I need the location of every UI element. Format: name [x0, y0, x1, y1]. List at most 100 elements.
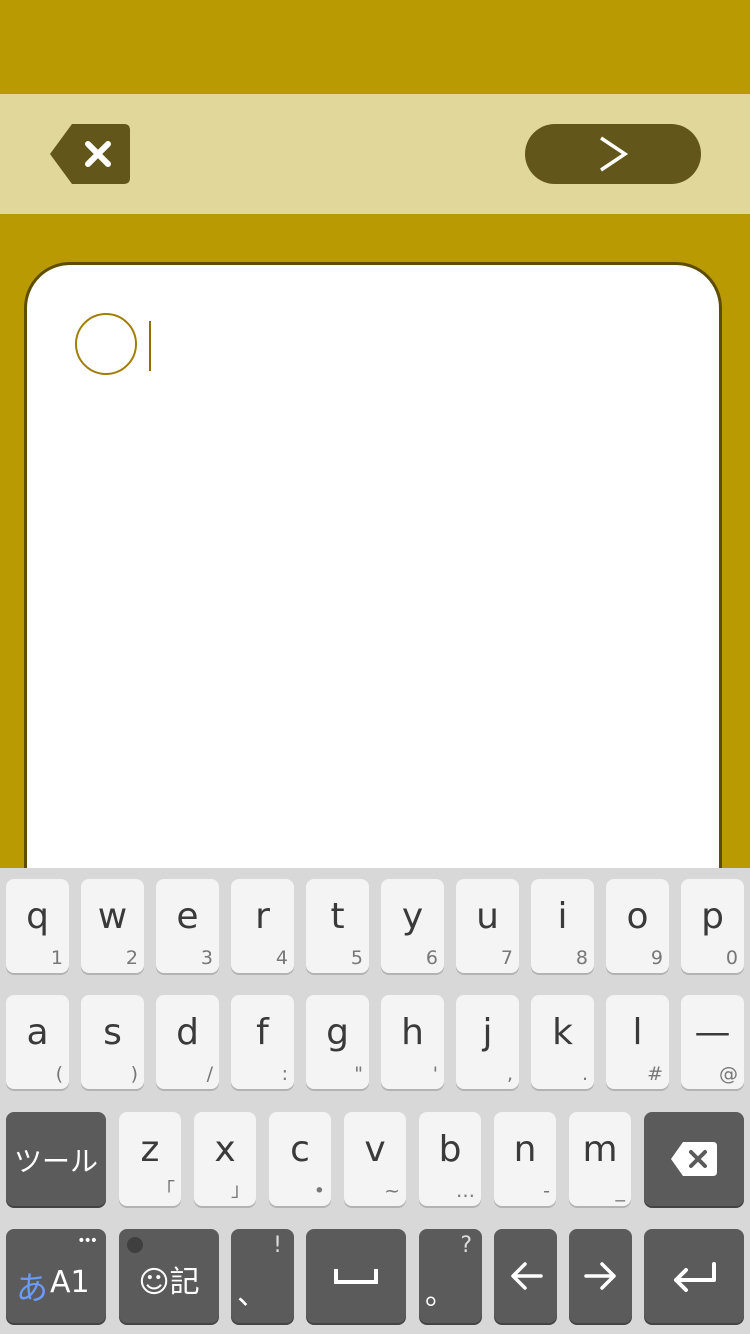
key-label: d	[176, 1012, 199, 1053]
key-sublabel: @	[719, 1063, 738, 1085]
key-s[interactable]: s )	[81, 995, 144, 1089]
key-sublabel: _	[615, 1180, 626, 1202]
arrow-left-icon	[510, 1262, 543, 1290]
key-sublabel: 3	[200, 947, 213, 969]
space-key[interactable]	[306, 1229, 406, 1323]
key-sublabel: ~	[384, 1180, 400, 1202]
key-label: a	[26, 1012, 49, 1053]
key-a[interactable]: a (	[6, 995, 69, 1089]
key-sublabel: 「	[155, 1179, 175, 1201]
key-label: q	[26, 896, 49, 937]
key-label: f	[256, 1012, 269, 1053]
key-v[interactable]: v ~	[344, 1112, 406, 1206]
emoji-symbol-key[interactable]: ☺記	[119, 1229, 219, 1323]
key-sublabel: -	[543, 1180, 550, 1202]
key-sublabel: "	[354, 1063, 363, 1085]
key-b[interactable]: b …	[419, 1112, 481, 1206]
key-n[interactable]: n -	[494, 1112, 556, 1206]
key-label: i	[557, 896, 568, 937]
key-sublabel: 6	[425, 947, 438, 969]
key-sublabel: 5	[350, 947, 363, 969]
key-label: t	[330, 896, 345, 937]
key-label: n	[513, 1129, 537, 1170]
key-label: y	[401, 896, 424, 937]
emoji-symbol-label: ☺記	[138, 1265, 200, 1300]
key-r[interactable]: r 4	[231, 879, 294, 973]
key-label: o	[626, 896, 649, 937]
delete-tag-icon	[50, 124, 130, 184]
key-sublabel: 4	[275, 947, 288, 969]
key-g[interactable]: g "	[306, 995, 369, 1089]
key-sublabel: 7	[500, 947, 513, 969]
key-label: l	[632, 1012, 643, 1053]
key-label: c	[290, 1129, 310, 1170]
period-sub: ?	[460, 1233, 472, 1258]
input-mode-alpha: A1	[50, 1265, 90, 1300]
key-sublabel: 1	[50, 947, 63, 969]
key-sublabel: 」	[230, 1179, 250, 1201]
key-o[interactable]: o 9	[606, 879, 669, 973]
key-i[interactable]: i 8	[531, 879, 594, 973]
enter-key[interactable]	[644, 1229, 744, 1323]
key-c[interactable]: c •	[269, 1112, 331, 1206]
key-label: h	[401, 1012, 424, 1053]
key-label: u	[476, 896, 499, 937]
text-input-card[interactable]	[24, 262, 722, 962]
key-t[interactable]: t 5	[306, 879, 369, 973]
key-sublabel: )	[130, 1063, 138, 1085]
key-f[interactable]: f :	[231, 995, 294, 1089]
input-mode-key[interactable]: ••• あ A1	[6, 1229, 106, 1323]
period-key[interactable]: ? 。	[419, 1229, 482, 1323]
key-sublabel: .	[581, 1063, 588, 1085]
key-sublabel: (	[55, 1063, 63, 1085]
chevron-right-icon	[600, 136, 629, 172]
key-p[interactable]: p 0	[681, 879, 744, 973]
key-m[interactable]: m _	[569, 1112, 631, 1206]
key-label: m	[582, 1129, 618, 1170]
key-l[interactable]: l #	[606, 995, 669, 1089]
key-label: —	[694, 1012, 731, 1053]
key-e[interactable]: e 3	[156, 879, 219, 973]
key-k[interactable]: k .	[531, 995, 594, 1089]
key-sublabel: •	[313, 1180, 325, 1202]
circle-outline-icon	[75, 313, 137, 375]
key-sublabel: :	[281, 1063, 288, 1085]
key-label: w	[97, 896, 128, 937]
tool-key-label: ツール	[13, 1145, 98, 1178]
input-mode-dots: •••	[77, 1233, 98, 1249]
key-label: v	[364, 1129, 386, 1170]
key-h[interactable]: h '	[381, 995, 444, 1089]
key-z[interactable]: z 「	[119, 1112, 181, 1206]
key-label: z	[140, 1129, 160, 1170]
comma-sub: !	[273, 1233, 282, 1258]
next-button[interactable]	[525, 124, 701, 184]
key-sublabel: 8	[575, 947, 588, 969]
backspace-key[interactable]	[644, 1112, 744, 1206]
enter-icon	[674, 1262, 716, 1292]
key-sublabel: ,	[506, 1063, 513, 1085]
key-label: g	[326, 1012, 349, 1053]
cursor-left-key[interactable]	[494, 1229, 557, 1323]
key-w[interactable]: w 2	[81, 879, 144, 973]
key-y[interactable]: y 6	[381, 879, 444, 973]
emoji-dot-indicator	[127, 1237, 143, 1253]
arrow-right-icon	[583, 1262, 616, 1290]
period-label: 。	[425, 1277, 455, 1312]
key-label: p	[701, 896, 724, 937]
key-d[interactable]: d /	[156, 995, 219, 1089]
key-x[interactable]: x 」	[194, 1112, 256, 1206]
cursor-right-key[interactable]	[569, 1229, 632, 1323]
key-j[interactable]: j ,	[456, 995, 519, 1089]
key-label: e	[176, 896, 199, 937]
key-long-dash[interactable]: — @	[681, 995, 744, 1089]
comma-key[interactable]: ! 、	[231, 1229, 294, 1323]
comma-label: 、	[237, 1277, 267, 1312]
delete-button[interactable]	[50, 124, 130, 184]
tool-key[interactable]: ツール	[6, 1112, 106, 1206]
key-label: j	[482, 1012, 493, 1053]
key-u[interactable]: u 7	[456, 879, 519, 973]
keyboard: q 1 w 2 e 3 r 4 t 5 y 6 u 7 i 8 o 9 p 0 …	[0, 868, 750, 1334]
key-q[interactable]: q 1	[6, 879, 69, 973]
key-sublabel: '	[432, 1063, 438, 1085]
key-sublabel: …	[456, 1180, 475, 1202]
